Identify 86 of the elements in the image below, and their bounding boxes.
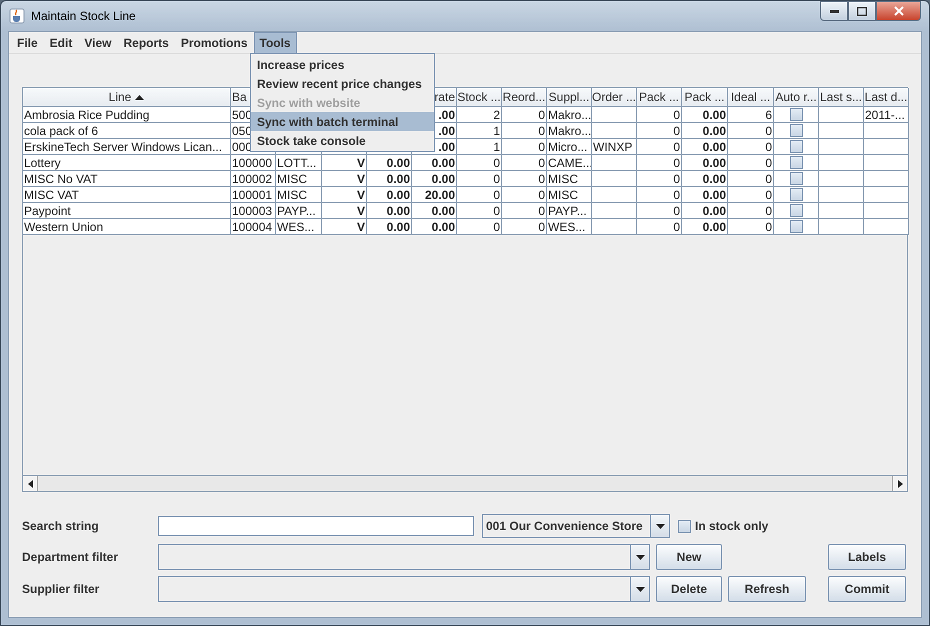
table-cell: 100002: [231, 171, 276, 187]
table-cell: Western Union: [23, 219, 231, 235]
table-cell: MISC: [547, 187, 592, 203]
table-cell: 0: [502, 155, 547, 171]
table-cell: Ambrosia Rice Pudding: [23, 107, 231, 123]
supplier-label: Supplier filter: [22, 582, 100, 596]
table-cell: 1: [457, 139, 502, 155]
table-cell: 100000: [231, 155, 276, 171]
table-cell: V: [322, 187, 367, 203]
table-cell: ErskineTech Server Windows Lican...: [23, 139, 231, 155]
table-cell: 0: [637, 107, 682, 123]
table-cell: V: [322, 219, 367, 235]
table-cell: 0: [502, 187, 547, 203]
table-cell: 0: [728, 171, 774, 187]
table-cell: 0.00: [682, 123, 728, 139]
table-cell: WINXP: [592, 139, 637, 155]
window-title: Maintain Stock Line: [31, 9, 136, 23]
table-cell: 0: [502, 123, 547, 139]
table-cell: 0.00: [367, 203, 412, 219]
table-cell: 0: [637, 187, 682, 203]
table-cell: 0: [637, 219, 682, 235]
table-cell: 0.00: [682, 107, 728, 123]
table-cell: 0: [637, 139, 682, 155]
table-cell: 0: [457, 219, 502, 235]
department-label: Department filter: [22, 550, 120, 564]
table-cell: 0.00: [412, 203, 457, 219]
table-cell: 0: [728, 123, 774, 139]
table-cell: Micro...: [547, 139, 592, 155]
table-cell: Paypoint: [23, 203, 231, 219]
search-label: Search string: [22, 519, 100, 533]
table-cell: 0: [728, 203, 774, 219]
table-cell: 0: [502, 107, 547, 123]
table-cell: WES...: [276, 219, 322, 235]
table-cell: 0: [728, 139, 774, 155]
table-cell: 0.00: [682, 155, 728, 171]
table-cell: V: [322, 155, 367, 171]
table-cell: MISC No VAT: [23, 171, 231, 187]
table-cell: MISC VAT: [23, 187, 231, 203]
table-cell: 2011-...: [864, 107, 909, 123]
table-cell: 0: [457, 203, 502, 219]
table-cell: 0.00: [367, 187, 412, 203]
table-cell: 0.00: [682, 187, 728, 203]
table-cell: 100004: [231, 219, 276, 235]
table-cell: V: [322, 203, 367, 219]
table-cell: 2: [457, 107, 502, 123]
table-cell: WES...: [547, 219, 592, 235]
table-cell: 0: [457, 187, 502, 203]
table-cell: 20.00: [412, 187, 457, 203]
table-cell: 6: [728, 107, 774, 123]
table-cell: 100001: [231, 187, 276, 203]
table-cell: 0.00: [367, 219, 412, 235]
table-cell: cola pack of 6: [23, 123, 231, 139]
table-cell: 0.00: [682, 219, 728, 235]
table-cell: MISC: [276, 187, 322, 203]
table-cell: 0: [637, 171, 682, 187]
table-cell: 0: [728, 219, 774, 235]
table-cell: PAYP...: [276, 203, 322, 219]
table-cell: Makro...: [547, 107, 592, 123]
table-cell: 0: [502, 171, 547, 187]
table-cell: 1: [457, 123, 502, 139]
table-cell: 0.00: [412, 219, 457, 235]
table-cell: 0.00: [367, 155, 412, 171]
table-cell: 0: [637, 155, 682, 171]
table-cell: 0.00: [682, 203, 728, 219]
table-cell: 0: [457, 155, 502, 171]
table-cell: 0: [502, 203, 547, 219]
table-cell: 0: [637, 123, 682, 139]
table-cell: 0: [502, 139, 547, 155]
table-cell: 0: [502, 219, 547, 235]
table-cell: V: [322, 171, 367, 187]
table-cell: LOTT...: [276, 155, 322, 171]
table-cell: 0: [728, 187, 774, 203]
table-cell: MISC: [547, 171, 592, 187]
table-cell: 0.00: [682, 171, 728, 187]
table-cell: MISC: [276, 171, 322, 187]
table-cell: 0: [457, 171, 502, 187]
table-cell: 0: [728, 155, 774, 171]
table-cell: 100003: [231, 203, 276, 219]
table-cell: 0.00: [412, 155, 457, 171]
table-cell: Lottery: [23, 155, 231, 171]
table-cell: 0.00: [367, 171, 412, 187]
table-cell: Makro...: [547, 123, 592, 139]
table-cell: 0.00: [412, 171, 457, 187]
table-cell: 0: [637, 203, 682, 219]
table-cell: 0.00: [682, 139, 728, 155]
table-cell: PAYP...: [547, 203, 592, 219]
